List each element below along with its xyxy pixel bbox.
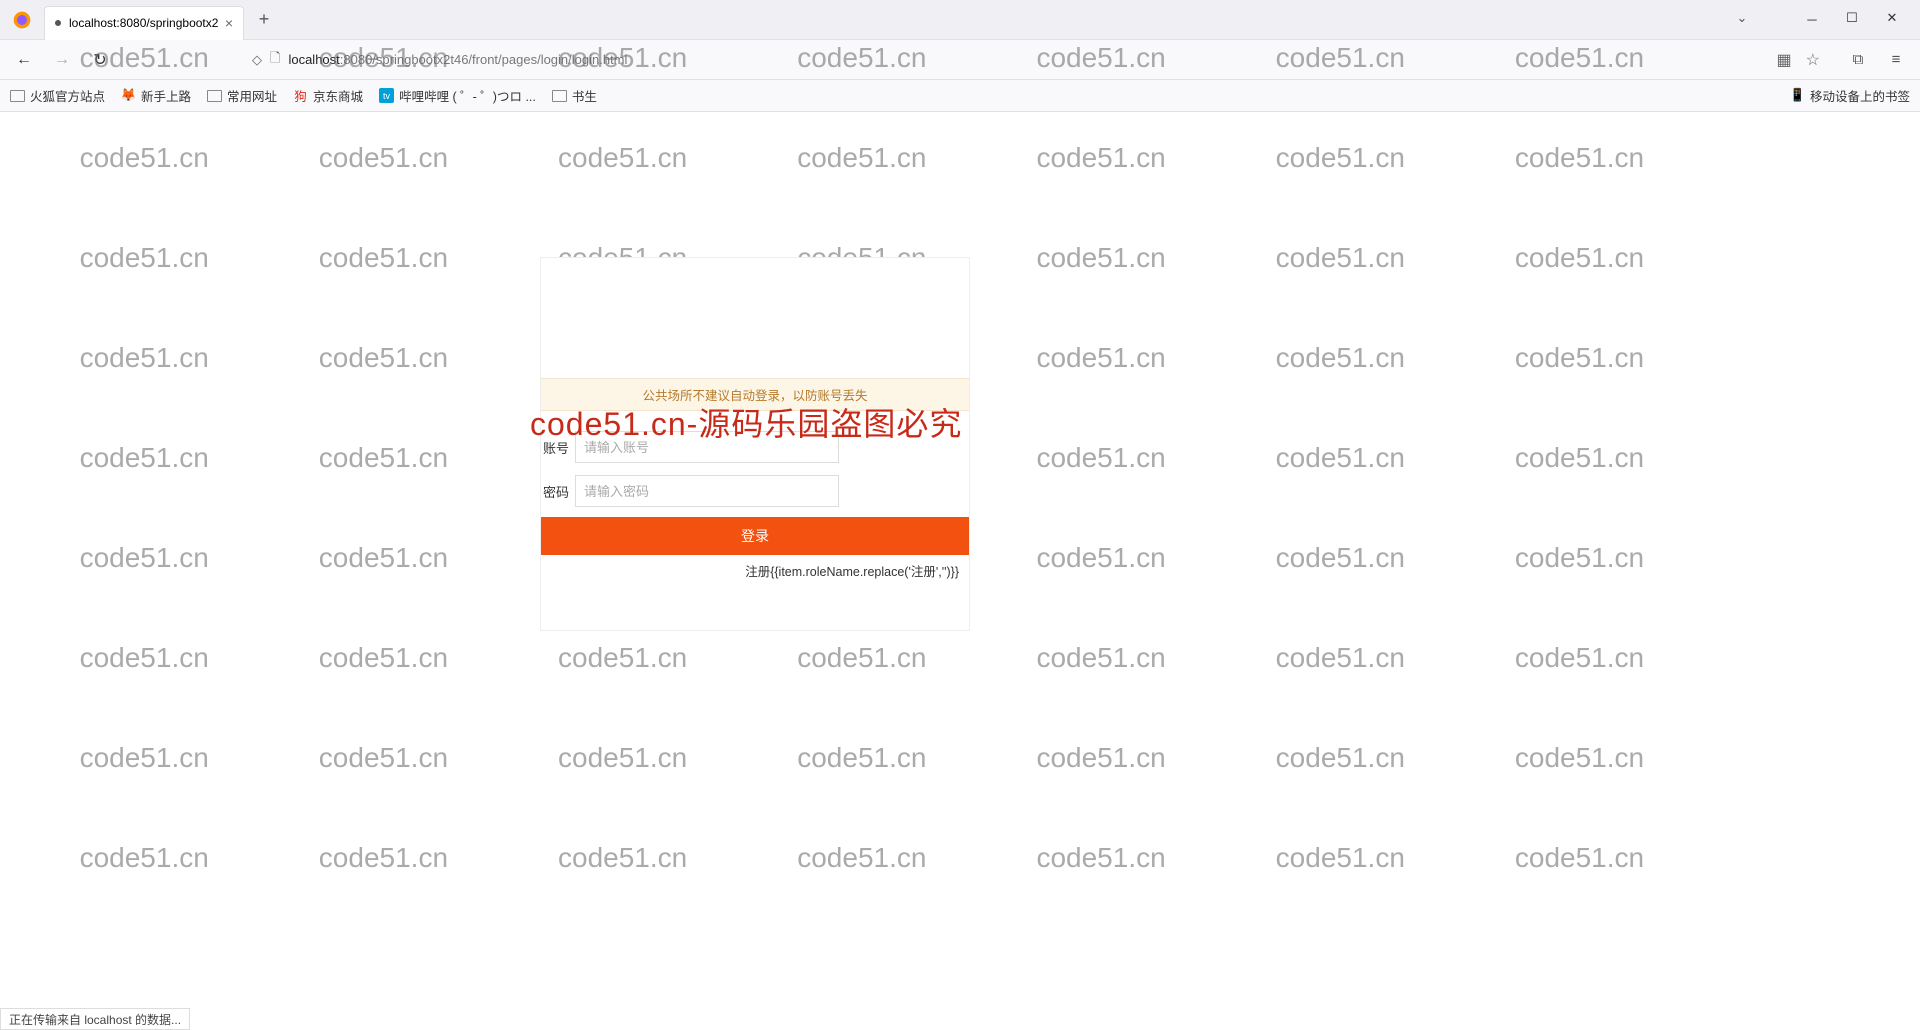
nav-reload-button[interactable]: ↻ [86,46,114,74]
browser-tab[interactable]: localhost:8080/springbootx2 × [44,6,244,40]
tab-title: localhost:8080/springbootx2 [69,16,218,30]
password-label: 密码 [541,482,569,501]
login-header-area [541,258,969,378]
window-maximize-icon[interactable]: ☐ [1844,10,1860,29]
bookmark-star-icon[interactable]: ☆ [1806,50,1820,70]
bookmark-item[interactable]: 书生 [552,86,597,105]
folder-icon [552,88,567,103]
address-bar[interactable]: ◇ 🗋 localhost:8080/springbootx2t46/front… [244,45,1834,75]
jd-icon: 狗 [293,88,308,103]
mobile-bookmarks[interactable]: 📱移动设备上的书签 [1790,86,1910,105]
window-close-icon[interactable]: ✕ [1884,10,1900,29]
nav-back-button[interactable]: ← [10,46,38,74]
window-minimize-icon[interactable]: － [1804,10,1820,29]
extensions-icon[interactable]: ⧉ [1844,51,1872,68]
bilibili-icon: tv [379,88,394,103]
app-menu-icon[interactable]: ≡ [1882,51,1910,68]
login-button[interactable]: 登录 [541,517,969,555]
browser-navbar: ← → ↻ ◇ 🗋 localhost:8080/springbootx2t46… [0,40,1920,80]
bookmarks-toolbar: 火狐官方站点 🦊新手上路 常用网址 狗京东商城 tv哔哩哔哩 ( ゜- ゜)つロ… [0,80,1920,112]
bookmark-item[interactable]: 常用网址 [207,86,277,105]
tab-loading-icon [55,20,61,26]
qr-icon[interactable]: ▦ [1777,50,1792,70]
folder-icon [207,88,222,103]
bookmark-item[interactable]: 狗京东商城 [293,86,363,105]
bookmark-item[interactable]: 🦊新手上路 [121,86,191,105]
mobile-icon: 📱 [1790,88,1805,103]
tab-close-icon[interactable]: × [225,15,233,31]
bookmark-item[interactable]: tv哔哩哔哩 ( ゜- ゜)つロ ... [379,86,536,105]
watermark-overlay-text: code51.cn-源码乐园盗图必究 [530,399,962,445]
tabs-dropdown-icon[interactable]: ⌄ [1734,10,1750,29]
shield-icon: ◇ [252,52,262,68]
lock-icon: 🗋 [270,49,280,71]
firefox-logo-icon [4,2,40,38]
register-link[interactable]: 注册{{item.roleName.replace('注册','')}} [541,555,969,580]
new-tab-button[interactable]: + [250,6,278,34]
status-bar: 正在传输来自 localhost 的数据... [0,1008,190,1030]
folder-icon [10,88,25,103]
password-input[interactable] [575,475,839,507]
url-text: localhost:8080/springbootx2t46/front/pag… [288,52,1768,67]
bookmark-item[interactable]: 火狐官方站点 [10,86,105,105]
page-content: cncode51.cncode51.cncode51.cncode51.cnco… [0,112,1920,1008]
firefox-icon: 🦊 [121,88,136,103]
browser-titlebar: localhost:8080/springbootx2 × + ⌄ － ☐ ✕ [0,0,1920,40]
nav-forward-button[interactable]: → [48,46,76,74]
